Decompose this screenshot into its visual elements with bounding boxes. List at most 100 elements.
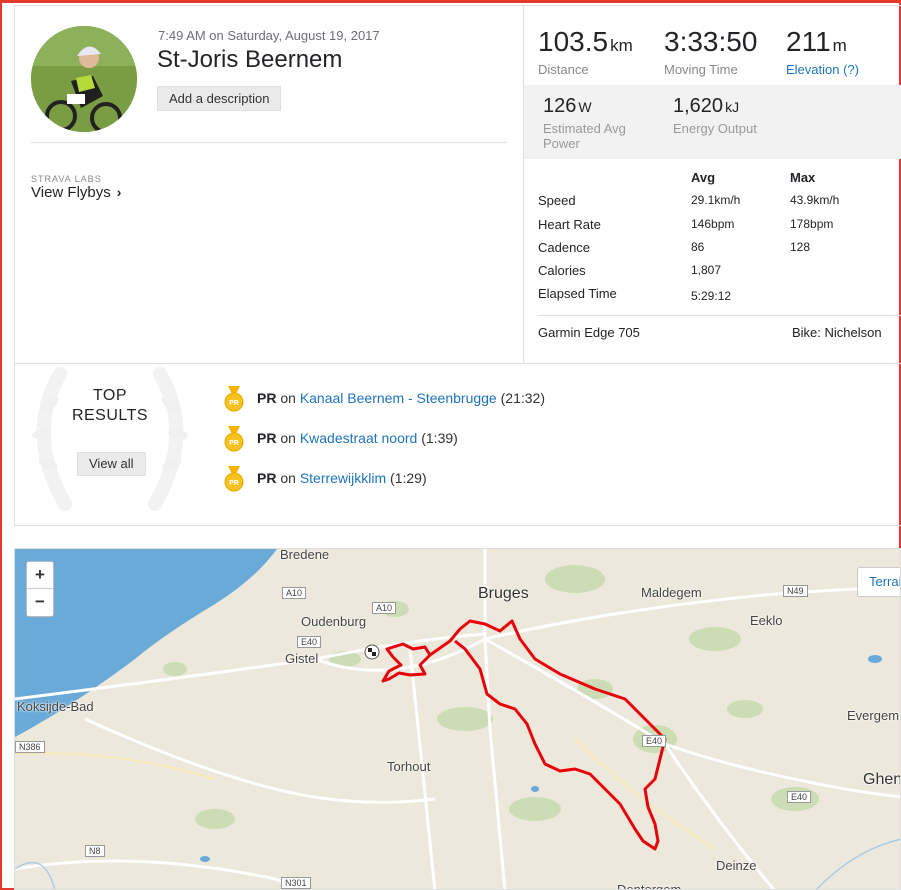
map-place-label: Dentergem [617,882,682,890]
row-avg: 86 [691,240,705,254]
road-shield: N301 [281,877,311,889]
pr-badge: PR [257,430,277,446]
road-shield: E40 [642,735,667,747]
elevation-value: 211 [786,26,831,57]
add-description-button[interactable]: Add a description [157,86,282,111]
stat-elevation: 211 m Elevation (?) [786,26,859,77]
road-shield: N49 [783,585,808,597]
on-text: on [280,470,296,486]
stat-distance: 103.5 km Distance [538,26,633,77]
row-max: 43.9km/h [790,193,840,207]
map-place-label: Koksijde-Bad [17,699,94,714]
map-place-label: Deinze [716,858,757,873]
map-place-label: Ghent [863,771,900,788]
segment-time: (21:32) [500,390,545,406]
power-band: 126 W Estimated Avg Power 1,620 kJ Energy … [524,85,901,159]
elevation-help-link[interactable]: Elevation (?) [786,62,859,77]
stat-moving-time: 3:33:50 Moving Time [664,26,757,77]
zoom-in-button[interactable]: + [27,562,53,589]
road-shield: E40 [297,636,322,648]
power-unit: W [578,99,592,115]
elevation-unit: m [832,36,847,55]
power-label: Estimated Avg Power [543,121,626,151]
energy-label: Energy Output [673,121,757,136]
distance-unit: km [610,36,633,55]
energy-unit: kJ [725,99,740,115]
table-row: Calories 1,807 [538,263,888,283]
route-map[interactable]: + − Terrain Bredene Bruges Maldegem Eekl… [14,548,901,890]
distance-label: Distance [538,62,589,77]
pr-medal-icon: PR [224,466,244,492]
energy-value: 1,620 [673,95,724,117]
divider [538,315,901,316]
map-place-label: Eeklo [750,613,783,628]
segment-link[interactable]: Kanaal Beernem - Steenbrugge [300,390,497,406]
result-text: PR on Kwadestraat noord (1:39) [257,430,458,446]
divider [31,142,507,143]
max-header: Max [790,170,816,185]
segment-link[interactable]: Kwadestraat noord [300,430,418,446]
pr-medal-text: PR [229,480,239,487]
power-value: 126 [543,95,577,117]
terrain-toggle-button[interactable]: Terrain [857,567,900,597]
row-label: Calories [538,263,586,278]
row-avg: 1,807 [691,263,722,277]
segment-time: (1:39) [421,430,458,446]
road-shield: A10 [282,587,307,599]
zoom-control: + − [26,561,54,617]
window-frame-top [0,0,901,3]
row-avg: 146bpm [691,217,735,231]
row-label: Speed [538,193,576,208]
zoom-out-button[interactable]: − [27,589,53,616]
activity-info-panel: 7:49 AM on Saturday, August 19, 2017 St-… [15,6,524,363]
stat-energy: 1,620 kJ Energy Output [673,95,757,136]
pr-medal-icon: PR [224,426,244,452]
activity-summary-card: 7:49 AM on Saturday, August 19, 2017 St-… [14,5,901,364]
map-place-label: Gistel [285,651,319,666]
map-base [15,549,900,889]
view-all-button[interactable]: View all [77,452,146,476]
bike-name[interactable]: Bike: Nichelson [792,325,882,340]
pr-medal-text: PR [229,440,239,447]
view-flybys-label: View Flybys [31,184,111,201]
map-place-label: Oudenburg [301,614,367,629]
map-place-label: Maldegem [641,585,702,600]
row-avg: 29.1km/h [691,193,741,207]
row-label: Cadence [538,240,591,255]
window-frame-left [0,0,2,890]
activity-title: St-Joris Beernem [157,46,343,73]
table-row: Elapsed Time 5:29:12 [538,286,888,306]
view-flybys-link[interactable]: View Flybys › [31,184,121,201]
row-label: Elapsed Time [538,286,617,301]
table-row: Speed 29.1km/h 43.9km/h [538,193,888,213]
table-row: Heart Rate 146bpm 178bpm [538,217,888,237]
row-avg: 5:29:12 [691,289,732,303]
segment-time: (1:29) [390,470,427,486]
moving-time-value: 3:33:50 [664,26,758,57]
device-name: Garmin Edge 705 [538,325,640,340]
on-text: on [280,390,296,406]
stats-header-row: Avg Max [538,170,888,190]
road-shield: A10 [372,602,397,614]
stat-power: 126 W Estimated Avg Power [543,95,653,151]
map-place-label: Torhout [387,759,431,774]
road-shield: N8 [85,845,105,857]
stats-panel: 103.5 km Distance 3:33:50 Moving Time 211… [524,6,901,363]
strava-labs-caption: STRAVA LABS [31,174,102,184]
athlete-avatar[interactable] [31,26,137,132]
moving-time-label: Moving Time [664,62,738,77]
pr-medal-icon: PR [224,386,244,412]
row-max: 178bpm [790,217,834,231]
map-place-label: Bruges [478,585,529,602]
segment-link[interactable]: Sterrewijkklim [300,470,386,486]
table-row: Cadence 86 128 [538,240,888,260]
avg-header: Avg [691,170,716,185]
pr-badge: PR [257,390,277,406]
row-label: Heart Rate [538,217,601,232]
pr-badge: PR [257,470,277,486]
checkered-flag-icon [364,644,380,660]
distance-value: 103.5 [538,26,609,57]
chevron-right-icon: › [116,184,122,200]
activity-datetime: 7:49 AM on Saturday, August 19, 2017 [158,28,380,43]
row-max: 128 [790,240,811,254]
